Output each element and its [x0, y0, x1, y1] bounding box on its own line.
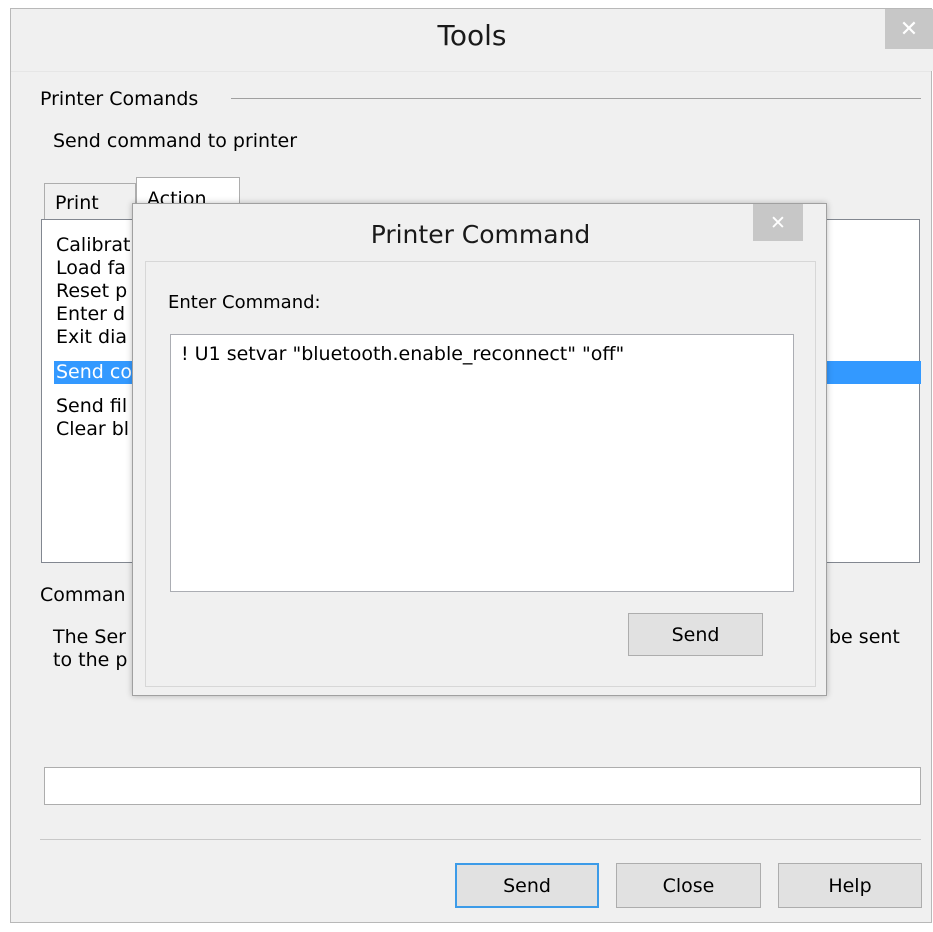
send-button[interactable]: Send — [455, 863, 599, 908]
tab-print-label: Print — [55, 192, 99, 214]
printer-command-send-button[interactable]: Send — [628, 613, 763, 656]
close-icon: ✕ — [770, 211, 786, 234]
list-item[interactable]: Clear bl — [56, 418, 129, 441]
printer-command-send-label: Send — [671, 623, 720, 646]
list-item[interactable]: Exit dia — [56, 326, 127, 349]
close-icon: ✕ — [899, 16, 919, 42]
tools-title-bar[interactable]: Tools — [11, 9, 933, 71]
help-button[interactable]: Help — [778, 863, 922, 908]
send-button-label: Send — [503, 874, 551, 897]
command-description-line2: to the p — [53, 649, 128, 671]
command-input[interactable] — [44, 767, 921, 805]
bottom-divider — [40, 839, 921, 840]
list-item[interactable]: Calibrat — [56, 234, 130, 257]
command-description-line1-end: be sent — [829, 626, 900, 648]
printer-command-panel: Enter Command: ! U1 setvar "bluetooth.en… — [145, 261, 816, 687]
group-divider — [231, 98, 921, 99]
printer-commands-group-label: Printer Comands — [40, 88, 199, 110]
printer-command-dialog: Printer Command ✕ Enter Command: ! U1 se… — [132, 203, 827, 696]
list-item[interactable]: Load fa — [56, 257, 126, 280]
command-description-line1: The Ser — [53, 626, 126, 648]
close-button[interactable]: Close — [616, 863, 761, 908]
tools-close-button[interactable]: ✕ — [885, 9, 933, 49]
printer-commands-description: Send command to printer — [53, 130, 298, 152]
tools-title: Tools — [437, 19, 507, 52]
command-textarea[interactable]: ! U1 setvar "bluetooth.enable_reconnect"… — [170, 334, 794, 592]
help-button-label: Help — [828, 874, 872, 897]
command-group-label: Comman — [40, 584, 126, 606]
enter-command-label: Enter Command: — [168, 292, 321, 313]
printer-command-close-button[interactable]: ✕ — [753, 204, 803, 241]
list-item[interactable]: Send fil — [56, 395, 127, 418]
close-button-label: Close — [662, 874, 715, 897]
list-item[interactable]: Reset p — [56, 280, 127, 303]
title-divider — [11, 71, 931, 72]
tab-print[interactable]: Print — [44, 183, 136, 220]
printer-command-title: Printer Command — [370, 220, 591, 249]
list-item[interactable]: Enter d — [56, 303, 125, 326]
